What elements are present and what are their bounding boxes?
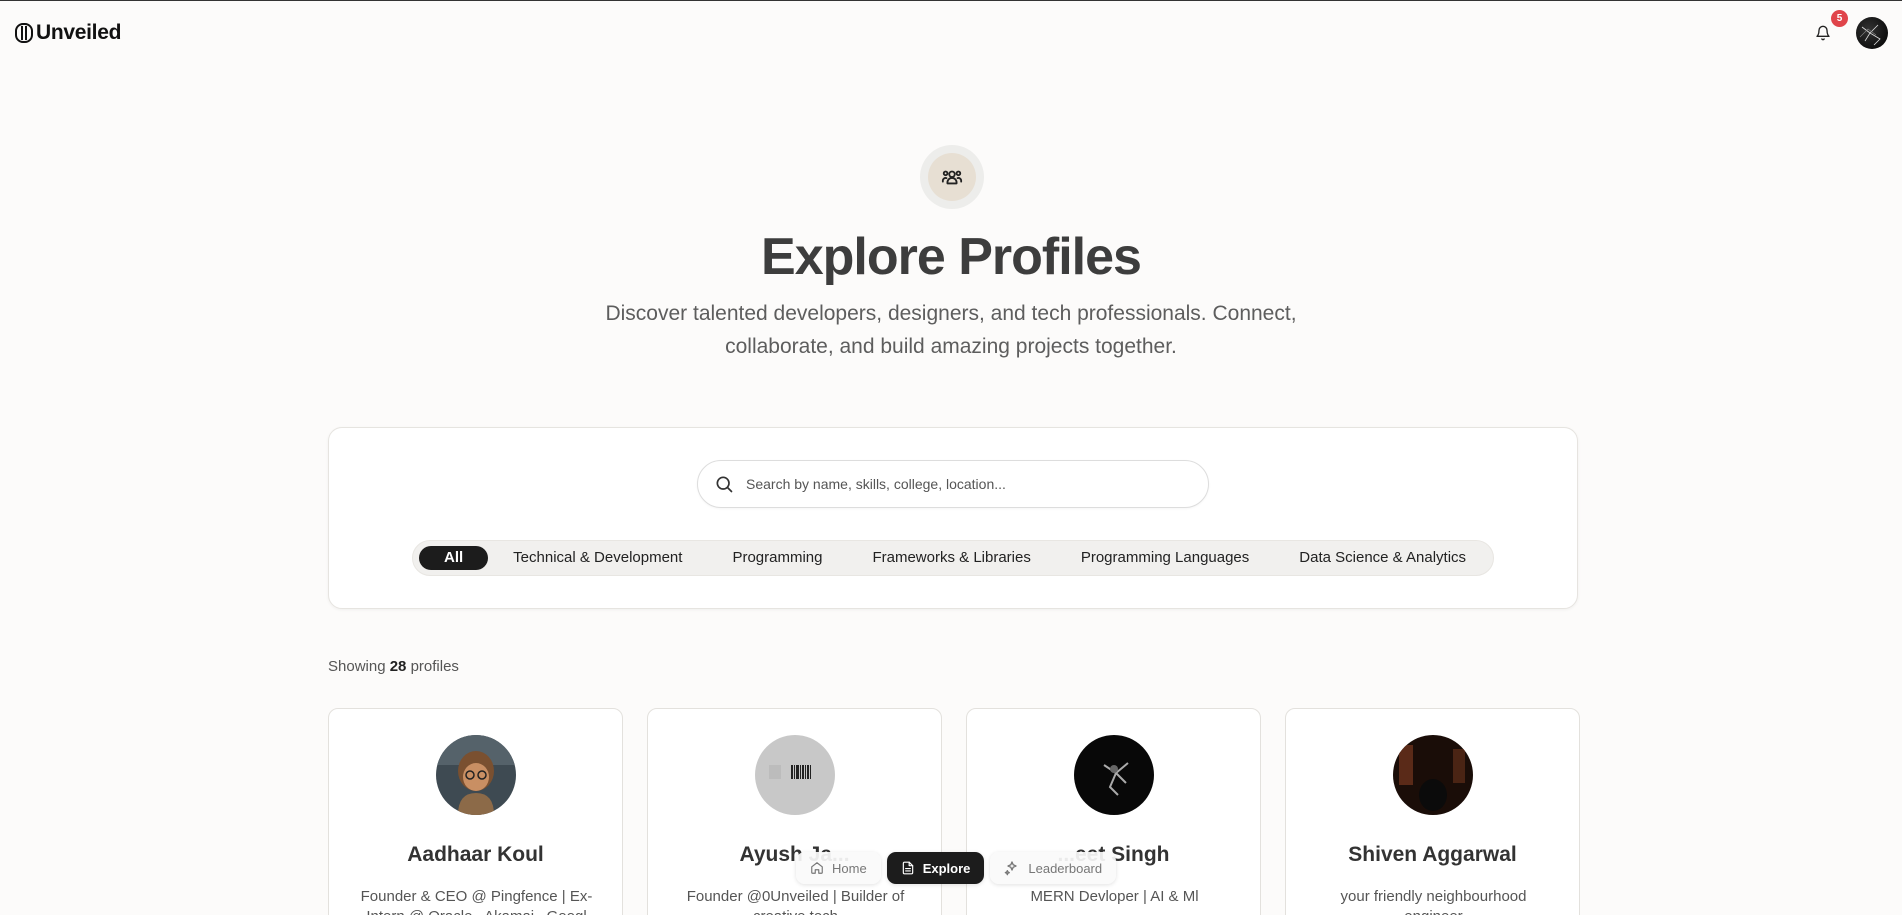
avatar-image-icon (1859, 24, 1881, 46)
profile-avatar (755, 735, 835, 815)
profile-bio: MERN Devloper | AI & Ml (1030, 888, 1199, 905)
filter-technical-development[interactable]: Technical & Development (488, 546, 707, 570)
logo[interactable]: Unveiled (14, 21, 121, 45)
page-title: Explore Profiles (761, 228, 1142, 286)
notifications-button[interactable]: 5 (1812, 10, 1848, 44)
filter-programming[interactable]: Programming (707, 546, 847, 570)
results-number: 28 (389, 658, 407, 675)
nav-home[interactable]: Home (796, 852, 881, 884)
search-icon (716, 476, 733, 493)
profile-name: Aadhaar Koul (407, 843, 544, 866)
category-filter-bar: All Technical & Development Programming … (412, 540, 1494, 576)
bottom-navigation: Home Explore Leaderboard (796, 849, 1117, 887)
users-group-icon (941, 170, 963, 185)
search-box[interactable] (697, 460, 1209, 508)
nav-explore-label: Explore (922, 860, 971, 876)
hero-icon-container (920, 145, 984, 209)
results-prefix: Showing (328, 658, 386, 675)
filter-frameworks-libraries[interactable]: Frameworks & Libraries (847, 546, 1055, 570)
sparkles-icon (1005, 861, 1018, 876)
search-input[interactable] (746, 476, 1186, 492)
filter-programming-languages[interactable]: Programming Languages (1056, 546, 1274, 570)
profile-card[interactable]: Shiven Aggarwal your friendly neighbourh… (1285, 708, 1580, 915)
profile-bio: Founder & CEO @ Pingfence | Ex-Intern @ … (360, 888, 593, 915)
filter-data-science-analytics[interactable]: Data Science & Analytics (1274, 546, 1491, 570)
profile-avatar (1074, 735, 1154, 815)
nav-leaderboard-label: Leaderboard (1028, 860, 1103, 876)
profile-avatar (1393, 735, 1473, 815)
page-subtitle: Discover talented developers, designers,… (605, 302, 1297, 358)
profile-bio: Founder @0Unveiled | Builder of creative… (686, 888, 905, 915)
document-icon (902, 861, 913, 875)
nav-leaderboard[interactable]: Leaderboard (990, 852, 1117, 884)
logo-mark-icon (15, 23, 33, 43)
search-panel: All Technical & Development Programming … (328, 427, 1578, 609)
nav-home-label: Home (832, 860, 867, 876)
results-count: Showing 28 profiles (328, 658, 459, 675)
notification-badge: 5 (1831, 10, 1848, 27)
profile-bio: your friendly neighbourhood engineer (1340, 888, 1527, 915)
profile-card[interactable]: Aadhaar Koul Founder & CEO @ Pingfence |… (328, 708, 623, 915)
results-suffix: profiles (410, 658, 459, 675)
home-icon (811, 862, 823, 874)
top-header: Unveiled 5 (0, 1, 1902, 65)
user-avatar[interactable] (1856, 17, 1888, 49)
filter-all[interactable]: All (419, 546, 489, 570)
nav-explore[interactable]: Explore (886, 852, 985, 884)
profile-avatar (436, 735, 516, 815)
profile-name: Shiven Aggarwal (1348, 843, 1517, 866)
logo-text: Unveiled (36, 21, 122, 44)
bell-icon (1816, 25, 1830, 41)
